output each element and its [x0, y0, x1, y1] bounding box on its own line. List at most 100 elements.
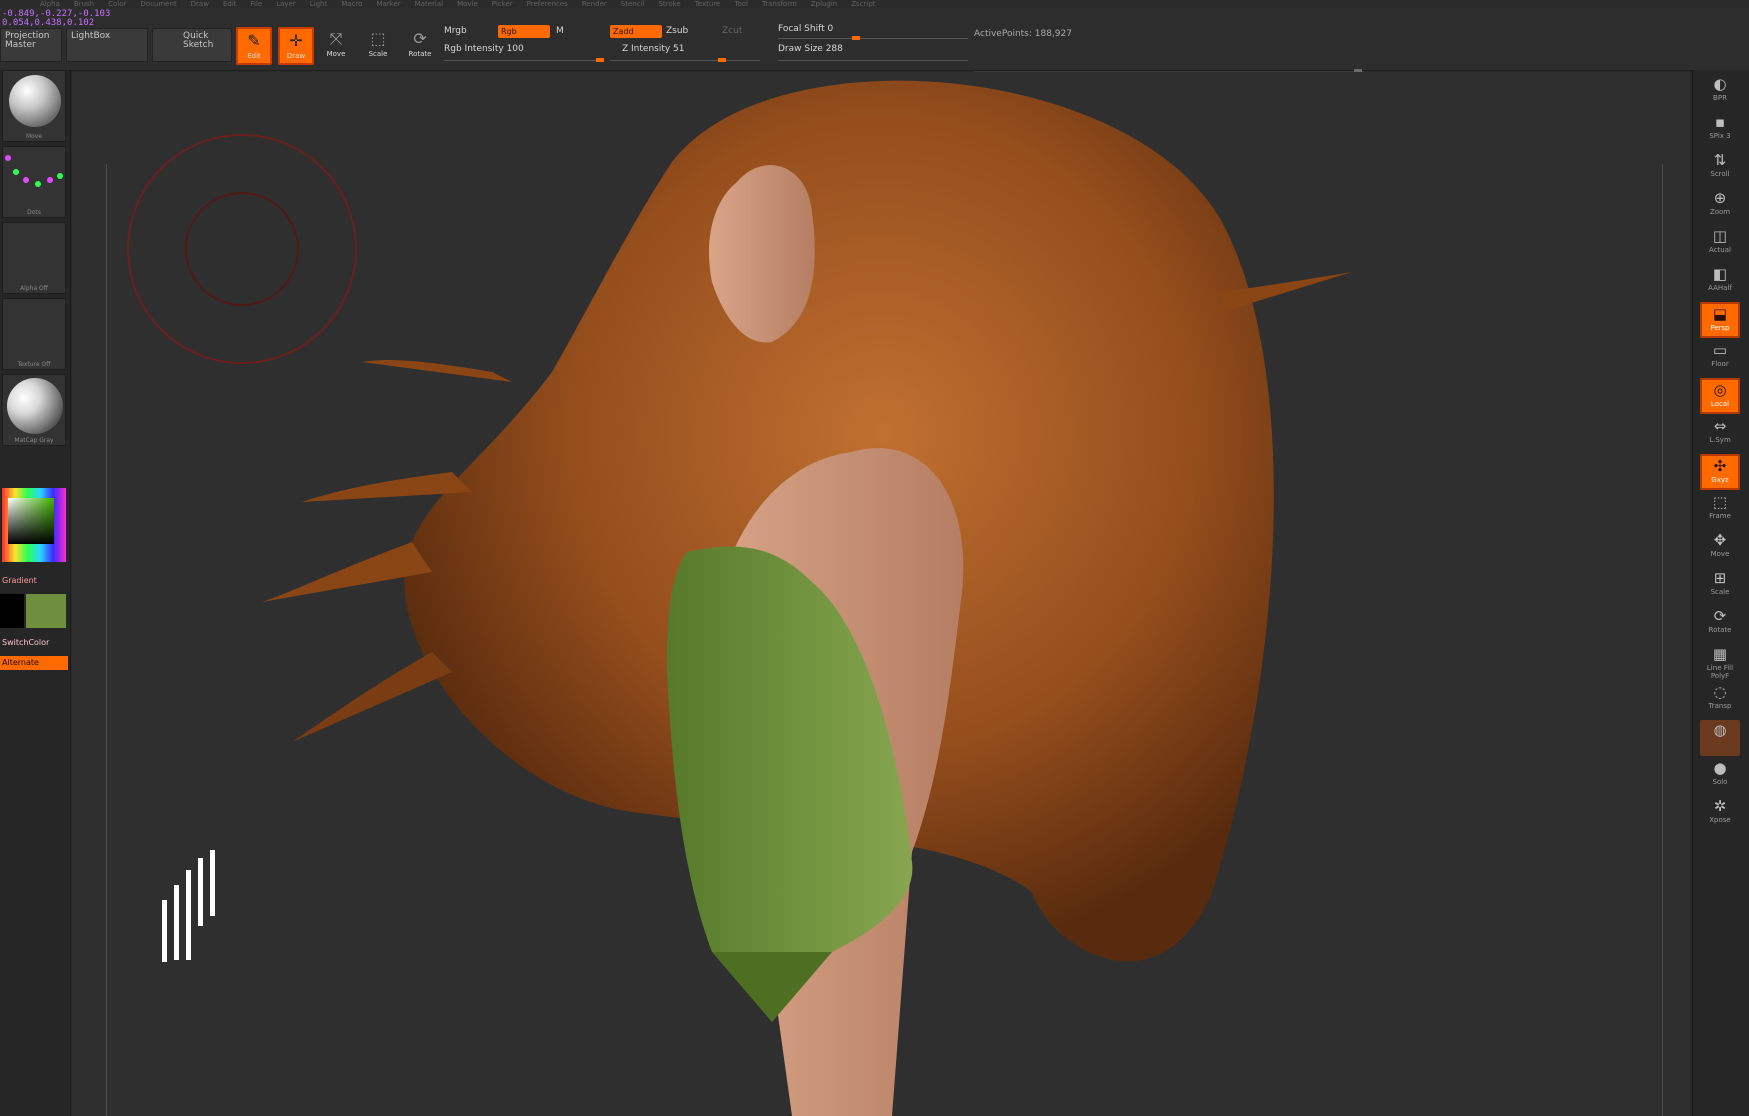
- scale-mode-button[interactable]: ⬚ Scale: [360, 27, 396, 65]
- switch-color-button[interactable]: SwitchColor: [2, 638, 49, 647]
- menu-item-layer[interactable]: Layer: [276, 0, 296, 8]
- right-shelf-move-button[interactable]: ✥ Move: [1700, 530, 1740, 566]
- move-mode-button[interactable]: ⤧ Move: [318, 27, 354, 65]
- menu-item-brush[interactable]: Brush: [74, 0, 94, 8]
- stroke-thumbnail[interactable]: Dots: [2, 146, 66, 218]
- right-shelf-label: BPR: [1713, 94, 1727, 102]
- menu-item-picker[interactable]: Picker: [492, 0, 513, 8]
- z-intensity-handle[interactable]: [718, 58, 726, 62]
- quick-sketch-button[interactable]: Quick Sketch: [152, 28, 232, 62]
- material-sphere-icon: [7, 378, 63, 434]
- right-shelf-label: Floor: [1711, 360, 1729, 368]
- right-shelf-bpr-button[interactable]: ◐ BPR: [1700, 74, 1740, 110]
- draw-icon: ✛: [289, 31, 303, 50]
- right-shelf-rotate-button[interactable]: ⟳ Rotate: [1700, 606, 1740, 642]
- brush-thumbnail[interactable]: Move: [2, 70, 66, 142]
- right-shelf-actual-button[interactable]: ◫ Actual: [1700, 226, 1740, 262]
- right-shelf-label: Gxyz: [1711, 476, 1729, 484]
- right-shelf-label: Scroll: [1710, 170, 1730, 178]
- menu-item-tool[interactable]: Tool: [734, 0, 748, 8]
- menu-item-macro[interactable]: Macro: [341, 0, 362, 8]
- menu-bar: Alpha Brush Color Document Draw Edit File Layer…: [0, 0, 1749, 8]
- draw-size-slider[interactable]: Draw Size 288: [778, 44, 843, 54]
- right-shelf-spix-button[interactable]: ▪ SPix 3: [1700, 112, 1740, 148]
- zsub-toggle[interactable]: Zsub: [666, 26, 688, 36]
- stroke-dot-icon: [47, 177, 53, 183]
- menu-item-stencil[interactable]: Stencil: [621, 0, 645, 8]
- frame-icon: ⬚: [1712, 493, 1728, 511]
- gradient-toggle[interactable]: Gradient: [2, 576, 37, 585]
- menu-item-color[interactable]: Color: [108, 0, 126, 8]
- actual-icon: ◫: [1712, 227, 1728, 245]
- alternate-button[interactable]: Alternate: [0, 656, 68, 670]
- alpha-thumbnail[interactable]: Alpha Off: [2, 222, 66, 294]
- menu-item-movie[interactable]: Movie: [457, 0, 478, 8]
- transp-icon: ◌: [1713, 683, 1727, 701]
- draw-mode-button[interactable]: ✛ Draw: [278, 27, 314, 65]
- right-shelf: ◐ BPR ▪ SPix 3 ⇅ Scroll ⊕ Zoom ◫ Actual ◧ AAHalf ⬓ Pe…: [1692, 70, 1749, 1116]
- menu-item-stroke[interactable]: Stroke: [658, 0, 680, 8]
- rotate-icon: ⟳: [1713, 607, 1727, 625]
- right-shelf-transp-button[interactable]: ◌ Transp: [1700, 682, 1740, 718]
- menu-item-texture[interactable]: Texture: [695, 0, 721, 8]
- menu-item-render[interactable]: Render: [582, 0, 607, 8]
- color-picker[interactable]: [2, 488, 66, 562]
- right-shelf-zoom3d-button[interactable]: ⊞ Scale: [1700, 568, 1740, 604]
- right-shelf-label: Frame: [1709, 512, 1731, 520]
- focal-shift-handle[interactable]: [852, 36, 860, 40]
- zbrush-logo-icon: [162, 850, 215, 962]
- zcut-toggle[interactable]: Zcut: [722, 26, 742, 36]
- floor-icon: ▭: [1712, 341, 1728, 359]
- right-shelf-label: Persp: [1710, 324, 1730, 332]
- menu-item-preferences[interactable]: Preferences: [527, 0, 568, 8]
- menu-item-marker[interactable]: Marker: [376, 0, 400, 8]
- texture-thumbnail[interactable]: Texture Off: [2, 298, 66, 370]
- right-shelf-floor-button[interactable]: ▭ Floor: [1700, 340, 1740, 376]
- menu-item-draw[interactable]: Draw: [191, 0, 209, 8]
- rgb-toggle[interactable]: Rgb: [498, 25, 550, 38]
- projection-master-button[interactable]: Projection Master: [0, 28, 62, 62]
- edit-mode-button[interactable]: ✎ Edit: [236, 27, 272, 65]
- menu-item-light[interactable]: Light: [310, 0, 327, 8]
- main-color-swatch[interactable]: [26, 594, 66, 628]
- menu-item-alpha[interactable]: Alpha: [40, 0, 60, 8]
- zadd-toggle[interactable]: Zadd: [610, 25, 662, 38]
- right-shelf-label: Transp: [1708, 702, 1732, 710]
- right-shelf-xpose-button[interactable]: ✲ Xpose: [1700, 796, 1740, 832]
- scroll-icon: ⇅: [1713, 151, 1727, 169]
- right-shelf-xyz-button[interactable]: ✣ Gxyz: [1700, 454, 1740, 490]
- right-shelf-polyf-button[interactable]: ▦ Line Fill PolyF: [1700, 644, 1740, 680]
- right-shelf-lsym-button[interactable]: ⇔ L.Sym: [1700, 416, 1740, 452]
- right-shelf-aahalf-button[interactable]: ◧ AAHalf: [1700, 264, 1740, 300]
- rgb-intensity-handle[interactable]: [596, 58, 604, 62]
- z-intensity-slider[interactable]: Z Intensity 51: [622, 44, 685, 54]
- right-shelf-zoom-button[interactable]: ⊕ Zoom: [1700, 188, 1740, 224]
- viewport-canvas[interactable]: [72, 72, 1690, 1116]
- zoom3d-icon: ⊞: [1713, 569, 1727, 587]
- menu-item-material[interactable]: Material: [415, 0, 443, 8]
- rotate-mode-button[interactable]: ⟳ Rotate: [402, 27, 438, 65]
- m-toggle[interactable]: M: [556, 26, 564, 36]
- menu-item-document[interactable]: Document: [140, 0, 176, 8]
- right-shelf-local-button[interactable]: ◎ Local: [1700, 378, 1740, 414]
- aahalf-icon: ◧: [1712, 265, 1728, 283]
- material-thumbnail[interactable]: MatCap Gray: [2, 374, 66, 446]
- menu-item-transform[interactable]: Transform: [762, 0, 797, 8]
- polyf-icon: ▦: [1712, 645, 1728, 663]
- menu-item-edit[interactable]: Edit: [223, 0, 237, 8]
- menu-item-file[interactable]: File: [251, 0, 263, 8]
- lightbox-button[interactable]: LightBox: [66, 28, 148, 62]
- focal-shift-slider[interactable]: Focal Shift 0: [778, 24, 833, 34]
- right-shelf-frame-button[interactable]: ⬚ Frame: [1700, 492, 1740, 528]
- mrgb-toggle[interactable]: Mrgb: [444, 26, 467, 36]
- menu-item-zplugin[interactable]: Zplugin: [811, 0, 837, 8]
- right-shelf-ghost-button[interactable]: ◍: [1700, 720, 1740, 756]
- right-shelf-solo-button[interactable]: ● Solo: [1700, 758, 1740, 794]
- color-saturation-square[interactable]: [8, 498, 54, 544]
- menu-item-zscript[interactable]: Zscript: [851, 0, 875, 8]
- right-shelf-label: Solo: [1712, 778, 1728, 786]
- right-shelf-scroll-button[interactable]: ⇅ Scroll: [1700, 150, 1740, 186]
- secondary-color-swatch[interactable]: [0, 594, 24, 628]
- right-shelf-persp-button[interactable]: ⬓ Persp: [1700, 302, 1740, 338]
- rgb-intensity-slider[interactable]: Rgb Intensity 100: [444, 44, 524, 54]
